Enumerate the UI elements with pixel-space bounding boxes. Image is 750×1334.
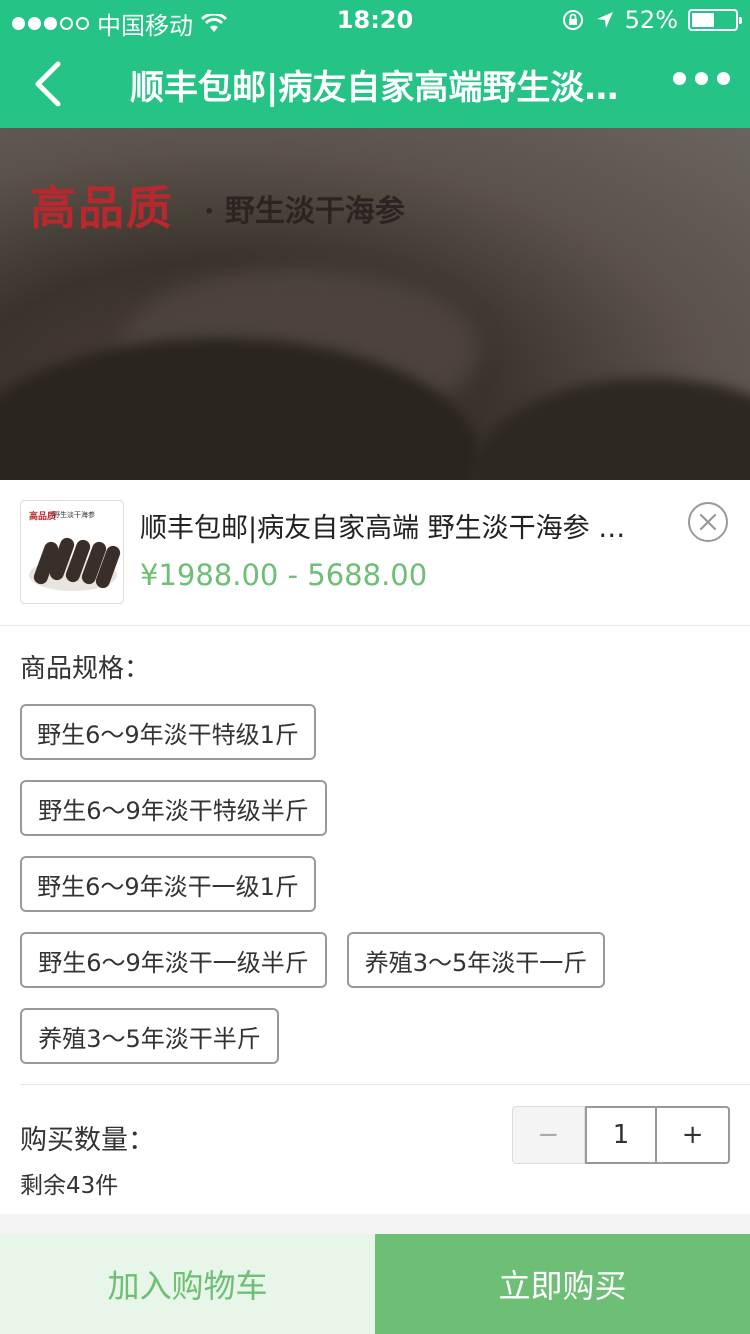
page-title: 顺丰包邮|病友自家高端野生淡干海参 纯野生 无添加 特价促销 bbox=[130, 68, 620, 108]
stock-remaining: 剩余43件 bbox=[20, 1173, 119, 1199]
nav-bar: 顺丰包邮|病友自家高端野生淡干海参 纯野生 无添加 特价促销 bbox=[0, 40, 750, 128]
divider bbox=[0, 625, 750, 626]
divider bbox=[20, 1084, 750, 1085]
quantity-label: 购买数量： bbox=[20, 1125, 155, 1156]
status-right: 52% bbox=[561, 6, 742, 34]
close-icon bbox=[699, 513, 717, 531]
location-arrow-icon bbox=[596, 12, 613, 28]
product-title: 顺丰包邮|病友自家高端 野生淡干海参 纯野生 无添加 bbox=[140, 513, 640, 544]
spec-option[interactable]: 野生6～9年淡干一级半斤 bbox=[20, 932, 327, 988]
spec-option[interactable]: 野生6～9年淡干特级1斤 bbox=[20, 704, 316, 760]
close-button[interactable] bbox=[688, 502, 728, 542]
increase-button[interactable]: + bbox=[657, 1106, 730, 1164]
spec-label: 商品规格： bbox=[20, 654, 151, 684]
back-button[interactable] bbox=[26, 58, 70, 110]
spec-option[interactable]: 养殖3～5年淡干一斤 bbox=[347, 932, 605, 988]
quantity-stepper: − 1 + bbox=[512, 1106, 730, 1164]
buy-now-button[interactable]: 立即购买 bbox=[375, 1234, 750, 1334]
more-dots-icon bbox=[673, 72, 686, 85]
add-to-cart-button[interactable]: 加入购物车 bbox=[0, 1234, 375, 1334]
more-button[interactable] bbox=[673, 72, 730, 85]
spec-option[interactable]: 野生6～9年淡干一级1斤 bbox=[20, 856, 316, 912]
spec-option[interactable]: 养殖3～5年淡干半斤 bbox=[20, 1008, 279, 1064]
product-price: ¥1988.00 - 5688.00 bbox=[140, 558, 428, 592]
battery-icon bbox=[688, 9, 742, 31]
product-thumbnail: 高品质 野生淡干海参 bbox=[20, 500, 124, 604]
chevron-left-icon bbox=[35, 61, 61, 107]
bottom-action-bar: 加入购物车 立即购买 bbox=[0, 1234, 750, 1334]
battery-percent: 52% bbox=[624, 6, 678, 34]
hero-subtitle: · 野生淡干海参 bbox=[204, 194, 405, 229]
decrease-button[interactable]: − bbox=[512, 1106, 585, 1164]
status-bar: 中国移动 18:20 52% bbox=[0, 0, 750, 40]
hero-brand-text: 高品质 bbox=[30, 181, 174, 235]
product-hero-image: 高品质 · 野生淡干海参 bbox=[0, 128, 750, 480]
sku-panel: 高品质 野生淡干海参 顺丰包邮|病友自家高端 野生淡干海参 纯野生 无添加 ¥1… bbox=[0, 480, 750, 1214]
spec-option[interactable]: 野生6～9年淡干特级半斤 bbox=[20, 780, 327, 836]
quantity-value[interactable]: 1 bbox=[584, 1106, 658, 1164]
rotation-lock-icon bbox=[562, 10, 583, 30]
